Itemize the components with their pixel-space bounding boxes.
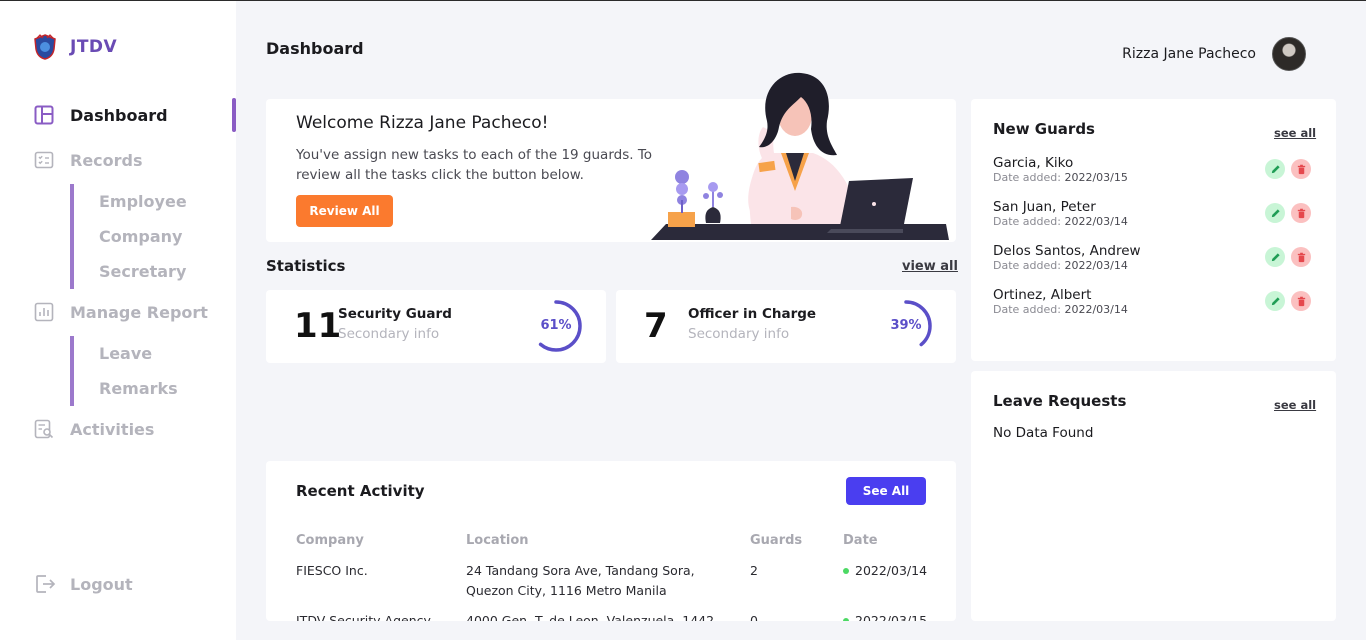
report-submenu: Leave Remarks [70, 336, 230, 406]
guard-list-item: Delos Santos, Andrew Date added: 2022/03… [993, 243, 1313, 283]
see-all-button[interactable]: See All [846, 477, 926, 505]
brand-logo-icon [34, 34, 56, 60]
cell-location: 24 Tandang Sora Ave, Tandang Sora, Quezo… [466, 563, 695, 598]
edit-guard-button[interactable] [1265, 291, 1285, 311]
leave-requests-see-all-link[interactable]: see all [1274, 398, 1316, 412]
sidebar: JTDV Dashboard Records Employee Company … [0, 1, 236, 640]
pencil-icon [1271, 208, 1280, 217]
statistics-title: Statistics [266, 257, 346, 275]
new-guards-card: New Guards see all Garcia, Kiko Date add… [971, 99, 1336, 361]
stat-title: Security Guard [338, 306, 452, 322]
sidebar-label-records: Records [70, 150, 143, 170]
column-header-guards[interactable]: Guards [750, 533, 802, 548]
edit-guard-button[interactable] [1265, 247, 1285, 267]
leave-requests-card: Leave Requests see all No Data Found [971, 371, 1336, 621]
date-text: 2022/03/14 [855, 563, 928, 578]
stat-number: 11 [294, 306, 342, 346]
stat-title: Officer in Charge [688, 306, 817, 322]
sidebar-label-activities: Activities [70, 419, 155, 439]
cell-location: 4000 Gen. T. de Leon, Valenzuela, 1442 [466, 613, 715, 621]
pencil-icon [1271, 164, 1280, 173]
logout-label: Logout [70, 574, 133, 594]
recent-activity-card: Recent Activity See All Company Location… [266, 461, 956, 621]
sidebar-label-manage-report: Manage Report [70, 302, 208, 322]
delete-guard-button[interactable] [1291, 203, 1311, 223]
user-menu[interactable]: Rizza Jane Pacheco [1122, 37, 1306, 71]
new-guards-see-all-link[interactable]: see all [1274, 126, 1316, 140]
page-title: Dashboard [266, 39, 364, 58]
sidebar-item-secretary[interactable]: Secretary [74, 254, 230, 289]
stat-subtitle: Secondary info [338, 326, 440, 342]
stat-percent: 39% [890, 318, 922, 333]
welcome-card: Welcome Rizza Jane Pacheco! You've assig… [266, 72, 956, 242]
records-icon [34, 151, 54, 169]
cell-date: 2022/03/14 [843, 561, 927, 581]
status-dot [843, 617, 849, 621]
review-all-button[interactable]: Review All [296, 195, 393, 227]
guard-list-item: San Juan, Peter Date added: 2022/03/14 [993, 199, 1313, 239]
welcome-heading: Welcome Rizza Jane Pacheco! [296, 113, 549, 133]
guard-list-item: Ortinez, Albert Date added: 2022/03/14 [993, 287, 1313, 327]
sidebar-item-activities[interactable]: Activities [0, 412, 236, 446]
delete-guard-button[interactable] [1291, 291, 1311, 311]
dashboard-icon [34, 105, 54, 125]
logout-button[interactable]: Logout [34, 573, 133, 595]
logout-icon [36, 575, 56, 593]
welcome-message: You've assign new tasks to each of the 1… [296, 147, 653, 183]
stat-number: 7 [644, 306, 668, 346]
cell-company: JTDV Security Agency [296, 613, 431, 621]
date-text: 2022/03/15 [855, 613, 928, 621]
empty-state-text: No Data Found [993, 425, 1094, 441]
column-header-date[interactable]: Date [843, 533, 878, 548]
cell-company: FIESCO Inc. [296, 563, 368, 578]
stat-card-officer-in-charge[interactable]: 7 Officer in Charge Secondary info 39% [616, 290, 956, 363]
column-header-company[interactable]: Company [296, 533, 364, 548]
sidebar-item-employee[interactable]: Employee [74, 184, 230, 219]
stat-card-security-guard[interactable]: 11 Security Guard Secondary info 61% [266, 290, 606, 363]
cell-date: 2022/03/15 [843, 611, 927, 621]
sidebar-item-dashboard[interactable]: Dashboard [0, 98, 236, 132]
brand[interactable]: JTDV [31, 33, 117, 61]
delete-guard-button[interactable] [1291, 247, 1311, 267]
statistics-view-all-link[interactable]: view all [902, 259, 958, 274]
stat-percent: 61% [540, 318, 572, 333]
guard-list-item: Garcia, Kiko Date added: 2022/03/15 [993, 155, 1313, 195]
user-name: Rizza Jane Pacheco [1122, 46, 1256, 62]
stat-subtitle: Secondary info [688, 326, 790, 342]
trash-icon [1297, 164, 1305, 174]
sidebar-item-manage-report[interactable]: Manage Report [0, 295, 236, 329]
woman-at-desk-illustration [651, 72, 949, 240]
edit-guard-button[interactable] [1265, 203, 1285, 223]
delete-guard-button[interactable] [1291, 159, 1311, 179]
trash-icon [1297, 252, 1305, 262]
leave-requests-title: Leave Requests [993, 392, 1127, 410]
brand-name: JTDV [70, 37, 118, 57]
pencil-icon [1271, 296, 1280, 305]
status-dot [843, 567, 849, 574]
recent-activity-title: Recent Activity [296, 482, 425, 500]
records-submenu: Employee Company Secretary [70, 184, 230, 289]
trash-icon [1297, 296, 1305, 306]
avatar[interactable] [1272, 37, 1306, 71]
sidebar-item-company[interactable]: Company [74, 219, 230, 254]
new-guards-title: New Guards [993, 120, 1095, 138]
sidebar-item-records[interactable]: Records [0, 143, 236, 177]
sidebar-item-remarks[interactable]: Remarks [74, 371, 230, 406]
edit-guard-button[interactable] [1265, 159, 1285, 179]
pencil-icon [1271, 252, 1280, 261]
cell-guards: 2 [750, 563, 758, 578]
column-header-location[interactable]: Location [466, 533, 529, 548]
sidebar-item-leave[interactable]: Leave [74, 336, 230, 371]
trash-icon [1297, 208, 1305, 218]
sidebar-label-dashboard: Dashboard [70, 105, 168, 125]
cell-guards: 0 [750, 613, 758, 621]
report-chart-icon [34, 302, 54, 322]
activities-search-icon [34, 419, 54, 439]
